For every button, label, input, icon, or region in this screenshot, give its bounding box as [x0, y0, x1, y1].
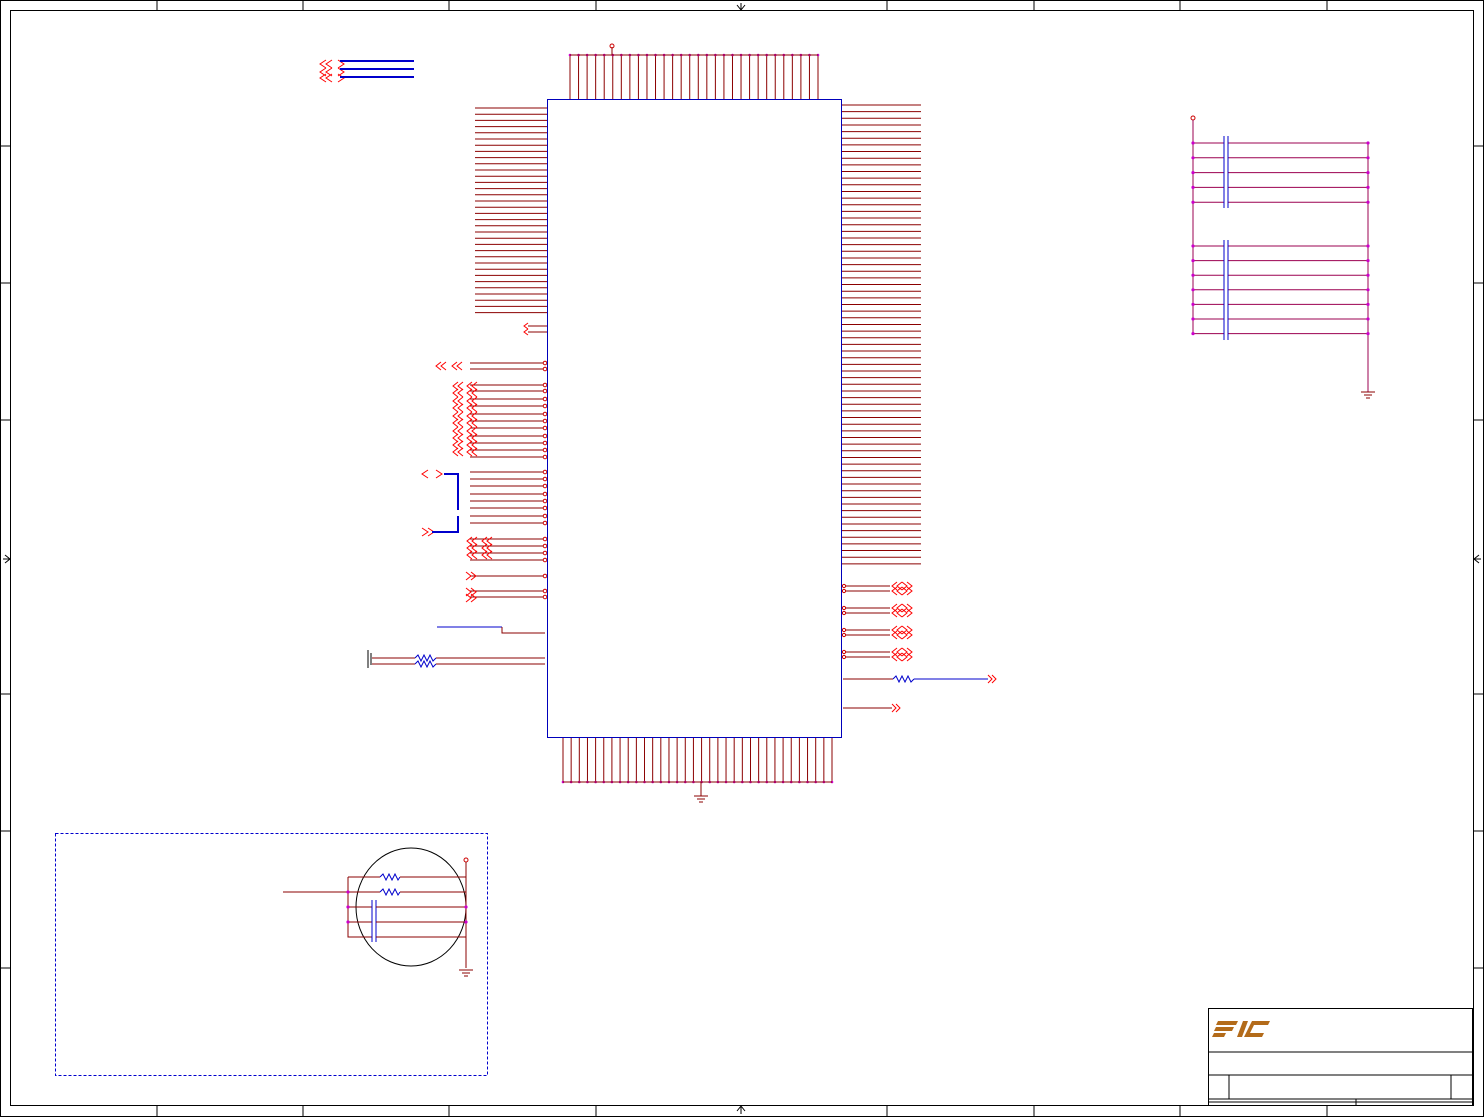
offpage-connector-icon — [891, 703, 901, 713]
ground-icon — [459, 969, 473, 977]
offpage-connector-icon — [465, 593, 477, 603]
left-bus-bracket — [421, 469, 459, 537]
ic-body — [547, 99, 842, 738]
offpage-connector-icon — [891, 608, 903, 618]
decoupling-capacitor-bank — [1190, 115, 1375, 399]
note-box — [55, 833, 488, 1076]
offpage-connector-icon — [891, 630, 903, 640]
right-resistor-out — [843, 674, 997, 713]
offpage-connector-icon — [466, 543, 478, 553]
offpage-connector-icon — [452, 388, 464, 398]
offpage-connector-icon — [987, 674, 997, 684]
capacitor-rows — [1191, 136, 1370, 340]
center-mark-bottom — [736, 1105, 746, 1114]
offpage-connector-icon — [452, 433, 464, 443]
center-mark-top — [736, 3, 746, 11]
offpage-connector-icon — [466, 381, 478, 391]
offpage-connector-icon — [466, 396, 478, 406]
offpage-connector-icon — [466, 411, 478, 421]
offpage-connector-icon — [452, 418, 464, 428]
offpage-connector-icon — [452, 447, 464, 457]
center-mark-right — [1473, 554, 1481, 564]
capacitor-icon — [371, 900, 377, 942]
offpage-connector-icon — [891, 652, 903, 662]
offpage-connector-icon — [466, 447, 478, 457]
offpage-connector-icon — [481, 550, 493, 560]
resistor-icon — [892, 674, 915, 684]
resistor-icon — [414, 653, 437, 663]
ic-left-pins — [470, 107, 548, 600]
ground-icon — [694, 795, 708, 803]
power-pin-icon — [1190, 115, 1196, 121]
offpage-connector-icon — [481, 543, 493, 553]
offpage-connector-icon — [466, 550, 478, 560]
offpage-connector-icon — [452, 403, 464, 413]
offpage-connector-icon — [452, 426, 464, 436]
fic-logo-icon — [1212, 1021, 1270, 1037]
offpage-connector-icon — [466, 440, 478, 450]
ic-top-pins — [568, 53, 820, 99]
right-signal-connectors — [841, 581, 913, 662]
main-ic — [470, 43, 921, 803]
offpage-connector-icon — [452, 396, 464, 406]
offpage-connector-icon — [452, 381, 464, 391]
offpage-connector-icon — [452, 440, 464, 450]
title-block — [1208, 1008, 1473, 1106]
ic-bottom-pins — [561, 738, 834, 784]
resistor-icon — [379, 872, 401, 882]
resistor-icon — [414, 659, 437, 669]
offpage-connector-icon — [466, 403, 478, 413]
left-signal-connectors — [435, 361, 493, 603]
offpage-connector-icon — [481, 536, 493, 546]
offpage-connector-icon — [451, 361, 463, 371]
schematic-sheet — [0, 0, 1484, 1117]
offpage-connector-icon — [466, 388, 478, 398]
ic-right-pins — [841, 104, 921, 565]
offpage-connector-icon — [466, 418, 478, 428]
offpage-connector-icon — [452, 411, 464, 421]
left-resistor-network — [367, 626, 545, 669]
offpage-connector-icon — [435, 361, 447, 371]
offpage-connector-icon — [466, 433, 478, 443]
resistor-icon — [379, 887, 401, 897]
center-mark-left — [3, 554, 11, 564]
ground-icon — [1361, 391, 1375, 399]
bus-connectors-top-left — [319, 59, 414, 83]
offpage-connector-icon — [891, 586, 903, 596]
power-pin-icon — [463, 857, 469, 863]
offpage-connector-icon — [466, 536, 478, 546]
